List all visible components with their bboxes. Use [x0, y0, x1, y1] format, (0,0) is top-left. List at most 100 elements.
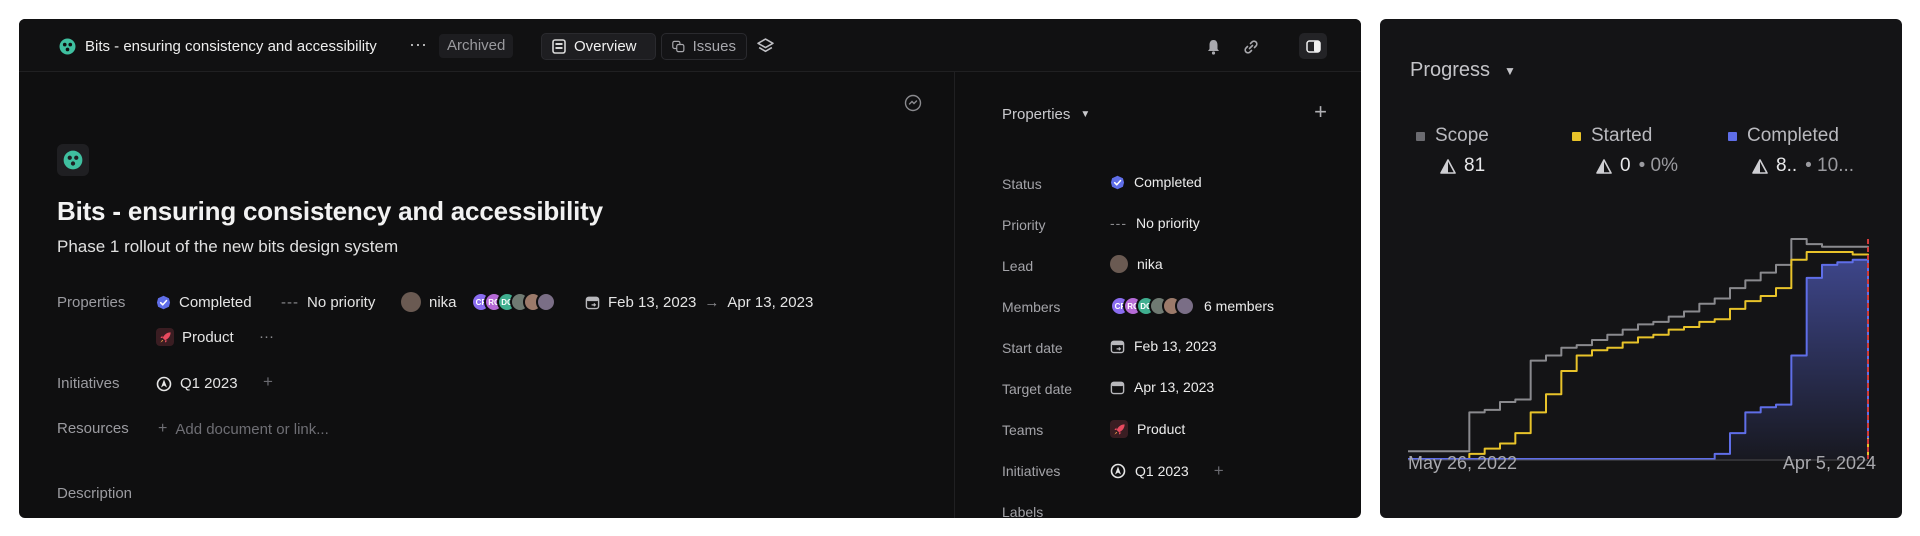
team-chip[interactable]: Product	[156, 328, 234, 346]
prop-priority-text: No priority	[1136, 215, 1200, 231]
top-bar: Bits - ensuring consistency and accessib…	[19, 19, 1361, 72]
tab-overview[interactable]: Overview	[541, 33, 656, 60]
project-window: Bits - ensuring consistency and accessib…	[19, 19, 1361, 518]
no-priority-icon: ---	[281, 294, 299, 311]
rocket-icon	[156, 328, 174, 346]
prop-members-value[interactable]: CF RC DC 6 members	[1110, 296, 1274, 316]
prop-initiatives-value[interactable]: Q1 2023 +	[1110, 461, 1224, 481]
page-title[interactable]: Bits - ensuring consistency and accessib…	[57, 196, 603, 227]
legend-completed-percent: • 10...	[1805, 155, 1855, 176]
more-icon: ···	[259, 328, 274, 345]
scope-triangle-icon	[1440, 158, 1456, 174]
calendar-start-icon	[1110, 340, 1125, 353]
issues-icon	[672, 40, 685, 53]
prop-label-lead: Lead	[1002, 258, 1034, 274]
date-arrow: →	[704, 294, 720, 311]
legend-started-percent: • 0%	[1638, 155, 1678, 176]
breadcrumb-project-title[interactable]: Bits - ensuring consistency and accessib…	[85, 38, 377, 55]
team-name: Product	[182, 328, 234, 346]
member-avatar	[536, 292, 556, 312]
priority-text: No priority	[307, 294, 376, 311]
prop-members-text: 6 members	[1204, 298, 1275, 314]
bell-icon[interactable]	[1206, 39, 1221, 55]
calendar-icon	[1110, 381, 1125, 394]
tab-issues[interactable]: Issues	[661, 33, 747, 60]
link-icon[interactable]	[1243, 39, 1259, 55]
prop-target-date-text: Apr 13, 2023	[1134, 379, 1215, 395]
legend-scope-value: 81	[1464, 155, 1486, 176]
legend-started-value: 0	[1620, 155, 1631, 176]
initiative-icon	[1110, 463, 1126, 479]
x-axis-start-label: May 26, 2022	[1408, 453, 1518, 473]
tab-issues-label: Issues	[692, 38, 736, 55]
prop-start-date-text: Feb 13, 2023	[1134, 338, 1217, 354]
add-initiative-button[interactable]: +	[1214, 461, 1224, 481]
add-resource-placeholder: Add document or link...	[175, 420, 329, 438]
completed-triangle-icon	[1752, 158, 1768, 174]
legend-completed: Completed 8.. • 10...	[1728, 125, 1854, 177]
add-initiative-button[interactable]: +	[263, 372, 273, 392]
document-icon	[552, 39, 566, 54]
add-property-button[interactable]: +	[1314, 99, 1327, 125]
archived-badge: Archived	[439, 34, 514, 58]
progress-header[interactable]: Progress ▼	[1410, 59, 1516, 82]
prop-teams-text: Product	[1137, 421, 1186, 437]
progress-chart[interactable]	[1408, 219, 1872, 469]
prop-label-priority: Priority	[1002, 217, 1046, 233]
prop-label-start-date: Start date	[1002, 340, 1063, 356]
project-icon	[63, 150, 83, 170]
started-triangle-icon	[1596, 158, 1612, 174]
prop-teams-value[interactable]: Product	[1110, 420, 1185, 438]
prop-label-teams: Teams	[1002, 422, 1044, 438]
sidebar-toggle-icon	[1305, 39, 1321, 53]
initiative-chip[interactable]: Q1 2023	[156, 375, 238, 392]
prop-lead-value[interactable]: nika	[1110, 255, 1163, 273]
prop-priority-value[interactable]: --- No priority	[1110, 215, 1200, 231]
lead-name: nika	[429, 293, 457, 311]
start-date: Feb 13, 2023	[608, 294, 697, 311]
legend-scope-label: Scope	[1435, 125, 1489, 146]
prop-initiatives-text: Q1 2023	[1135, 463, 1189, 479]
legend-completed-label: Completed	[1747, 125, 1839, 146]
caret-down-icon: ▼	[1504, 63, 1516, 78]
caret-down-icon: ▼	[1080, 109, 1091, 120]
more-properties-button[interactable]: ···	[259, 328, 274, 345]
status-text: Completed	[179, 294, 252, 311]
progress-widget: Progress ▼ Scope 81 Started 0 • 0% Compl…	[1380, 19, 1902, 518]
initiative-icon	[156, 376, 172, 391]
priority-chip[interactable]: --- No priority	[281, 294, 375, 311]
status-chip[interactable]: Completed	[156, 294, 252, 311]
project-icon	[59, 38, 76, 55]
date-range-chip[interactable]: Feb 13, 2023 → Apr 13, 2023	[585, 294, 813, 311]
resources-label: Resources	[57, 420, 129, 437]
legend-started-label: Started	[1591, 125, 1653, 146]
add-resource-button[interactable]: + Add document or link...	[158, 420, 329, 438]
lead-chip[interactable]: nika	[401, 292, 457, 312]
avatar	[1110, 255, 1128, 273]
prop-label-labels: Labels	[1002, 504, 1044, 518]
completed-area	[1408, 259, 1868, 459]
comment-icon[interactable]	[904, 94, 922, 112]
started-legend-swatch	[1572, 131, 1581, 141]
prop-status-value[interactable]: Completed	[1110, 174, 1202, 190]
properties-panel-header[interactable]: Properties ▼	[1002, 106, 1090, 123]
no-priority-icon: ---	[1110, 215, 1127, 231]
layers-icon[interactable]	[757, 38, 774, 55]
prop-label-members: Members	[1002, 299, 1061, 315]
target-date: Apr 13, 2023	[727, 294, 814, 311]
members-chip[interactable]: CF RC DC	[471, 292, 556, 312]
prop-target-date-value[interactable]: Apr 13, 2023	[1110, 379, 1214, 395]
legend-scope: Scope 81	[1416, 125, 1489, 177]
completed-legend-swatch	[1728, 131, 1737, 141]
page-subtitle[interactable]: Phase 1 rollout of the new bits design s…	[57, 237, 398, 257]
toggle-details-panel-button[interactable]	[1299, 33, 1327, 59]
project-icon-large[interactable]	[57, 144, 89, 176]
progress-title: Progress	[1410, 59, 1491, 81]
avatar	[401, 292, 421, 312]
x-axis-end-label: Apr 5, 2024	[1782, 453, 1876, 473]
more-options-button[interactable]: ···	[409, 34, 427, 55]
legend-started: Started 0 • 0%	[1572, 125, 1678, 177]
prop-label-target-date: Target date	[1002, 381, 1073, 397]
initiatives-label: Initiatives	[57, 375, 120, 392]
prop-start-date-value[interactable]: Feb 13, 2023	[1110, 338, 1217, 354]
